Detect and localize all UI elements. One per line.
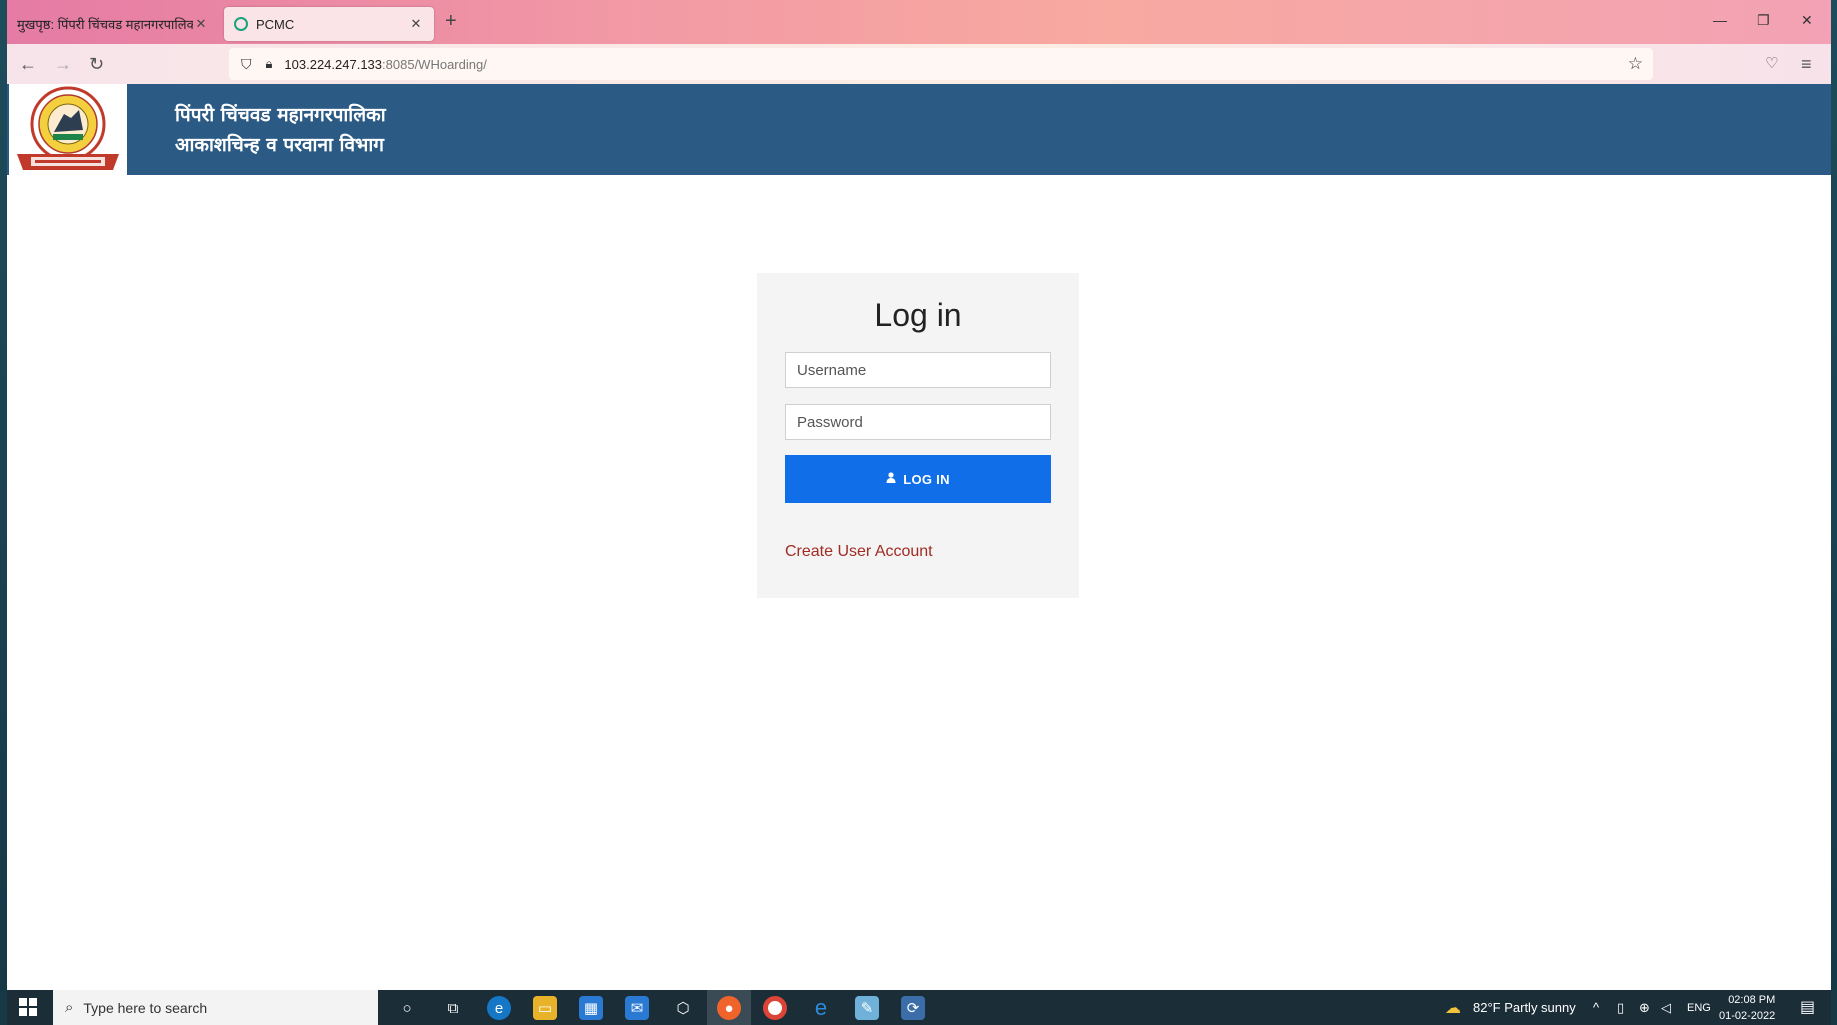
back-icon[interactable]: ←: [19, 54, 37, 75]
login-button-label: LOG IN: [903, 471, 950, 487]
new-tab-icon[interactable]: +: [445, 10, 457, 33]
login-title: Log in: [874, 297, 962, 333]
tab-strip: मुखपृष्ठ: पिंपरी चिंचवड महानगरपालिका ✕ P…: [7, 0, 1831, 44]
address-bar[interactable]: ⛉ 🔒︎ 103.224.247.133:8085/WHoarding/ ☆: [229, 48, 1653, 80]
internet-explorer-icon[interactable]: e: [809, 995, 833, 1020]
search-icon: ⌕: [65, 999, 74, 1016]
chevron-up-icon[interactable]: ^: [1593, 1000, 1599, 1015]
pocket-icon[interactable]: ♡: [1765, 54, 1778, 72]
language-indicator[interactable]: ENG: [1687, 1002, 1711, 1014]
url-host: 103.224.247.133: [284, 56, 383, 72]
window-close-icon[interactable]: ✕: [1801, 12, 1813, 29]
site-header: पिंपरी चिंचवड महानगरपालिका आकाशचिन्ह व प…: [7, 84, 1831, 175]
login-button[interactable]: LOG IN: [785, 455, 1051, 503]
mail-icon[interactable]: ✉: [625, 996, 649, 1020]
login-card: Log in Username Password LOG IN Create U…: [757, 273, 1079, 598]
app-cube-icon[interactable]: ⬡: [671, 996, 695, 1020]
chrome-icon[interactable]: [763, 996, 787, 1020]
organization-name: पिंपरी चिंचवड महानगरपालिका आकाशचिन्ह व प…: [175, 100, 386, 160]
task-view-icon[interactable]: ⧉: [441, 996, 465, 1020]
edge-icon[interactable]: e: [487, 996, 511, 1020]
network-icon[interactable]: ⊕: [1639, 1000, 1650, 1016]
weather-text[interactable]: 82°F Partly sunny: [1473, 1000, 1576, 1015]
clock[interactable]: 02:08 PM 01-02-2022: [1719, 992, 1775, 1024]
password-input[interactable]: Password: [785, 404, 1051, 440]
org-name-line1: पिंपरी चिंचवड महानगरपालिका: [175, 104, 386, 126]
reload-icon[interactable]: ↻: [89, 54, 104, 75]
shield-icon[interactable]: ⛉: [241, 56, 252, 73]
firefox-icon[interactable]: ●: [717, 996, 741, 1020]
close-icon[interactable]: ✕: [193, 16, 209, 32]
store-icon[interactable]: ▦: [579, 996, 603, 1020]
favicon-icon: [234, 17, 248, 31]
navigation-bar: ← → ↻ ⛉ 🔒︎ 103.224.247.133:8085/WHoardin…: [7, 44, 1831, 84]
minimize-icon[interactable]: —: [1713, 12, 1727, 28]
tab-title: PCMC: [256, 16, 295, 32]
volume-icon[interactable]: ◁: [1661, 1000, 1671, 1016]
notepad-icon[interactable]: ✎: [855, 996, 879, 1020]
battery-icon[interactable]: ▯: [1617, 1000, 1624, 1016]
cortana-icon[interactable]: ○: [395, 996, 419, 1020]
tab-pcmc[interactable]: PCMC ✕: [224, 7, 434, 41]
file-explorer-icon[interactable]: ▭: [533, 996, 557, 1020]
username-input[interactable]: Username: [785, 352, 1051, 388]
taskbar: ⌕ Type here to search ○ ⧉ e ▭ ▦ ✉ ⬡ ● e …: [7, 990, 1831, 1025]
close-icon[interactable]: ✕: [408, 16, 424, 32]
org-name-line2: आकाशचिन्ह व परवाना विभाग: [175, 134, 384, 156]
forward-icon[interactable]: →: [54, 54, 72, 75]
menu-icon[interactable]: ≡: [1801, 54, 1812, 75]
notifications-icon[interactable]: ▤: [1800, 997, 1815, 1017]
taskbar-search-box[interactable]: ⌕ Type here to search: [53, 990, 378, 1025]
app-icon[interactable]: ⟳: [901, 996, 925, 1020]
browser-window: मुखपृष्ठ: पिंपरी चिंचवड महानगरपालिका ✕ P…: [7, 0, 1831, 990]
weather-icon[interactable]: ☁: [1445, 998, 1461, 1018]
clock-time: 02:08 PM: [1728, 994, 1776, 1006]
create-account-link[interactable]: Create User Account: [785, 543, 933, 561]
windows-start-icon[interactable]: [19, 998, 37, 1016]
user-icon: [886, 472, 896, 486]
clock-date: 01-02-2022: [1719, 1010, 1776, 1022]
url-path: :8085/WHoarding/: [382, 56, 487, 72]
pcmc-logo: [9, 84, 127, 175]
insecure-lock-icon[interactable]: 🔒︎: [266, 56, 273, 72]
tab-title: मुखपृष्ठ: पिंपरी चिंचवड महानगरपालिका: [17, 17, 193, 32]
bookmark-star-icon[interactable]: ☆: [1628, 54, 1643, 74]
restore-icon[interactable]: ❐: [1757, 12, 1770, 29]
tab-pcmc-home[interactable]: मुखपृष्ठ: पिंपरी चिंचवड महानगरपालिका ✕: [7, 7, 219, 41]
taskbar-search-placeholder: Type here to search: [83, 999, 208, 1016]
